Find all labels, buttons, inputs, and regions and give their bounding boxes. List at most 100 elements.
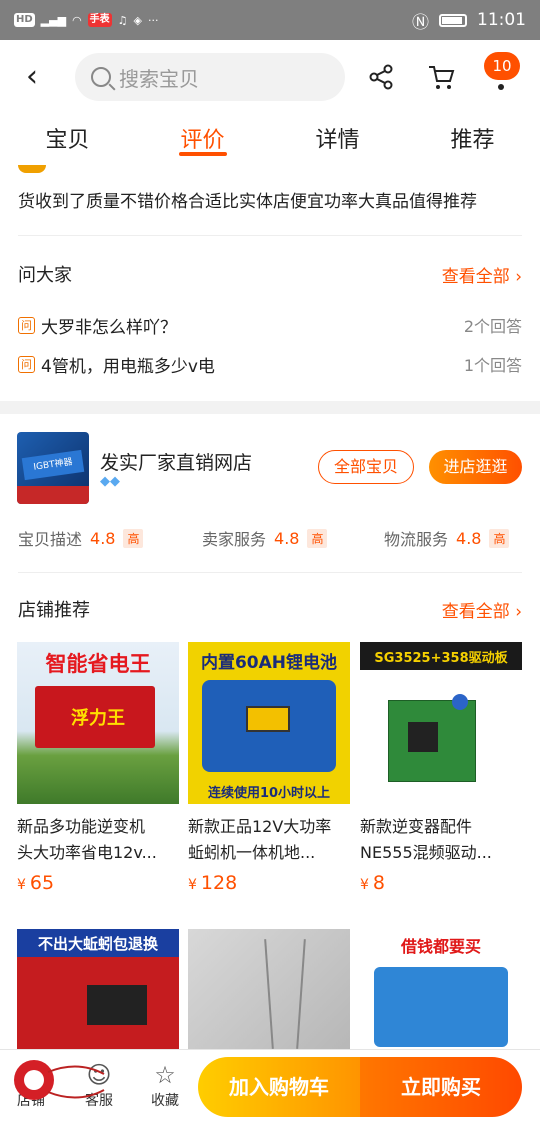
wifi-icon: ◠	[72, 13, 82, 27]
recommend-title: 店铺推荐	[18, 600, 90, 621]
recommend-see-all-label: 查看全部	[441, 602, 510, 622]
chevron-right-icon: ›	[515, 602, 522, 622]
back-icon[interactable]: ‹	[26, 62, 56, 92]
buy-now-button[interactable]: 立即购买	[360, 1057, 522, 1117]
rating-value: 4.8	[274, 528, 300, 548]
add-to-cart-button[interactable]: 加入购物车	[198, 1057, 360, 1117]
star-icon: ☆	[154, 1061, 176, 1089]
product-rod-shape	[264, 939, 274, 1049]
status-bar: HD ▂▄▆ ◠ 手表 ♫ ◈ ··· Ⓝ 11:01	[0, 0, 540, 40]
battery-icon	[439, 13, 467, 27]
product-image[interactable]: 不出大蚯蚓包退换	[17, 929, 179, 1050]
clock: 11:01	[477, 10, 526, 30]
product-device-screen	[87, 985, 147, 1025]
shop-card: IGBT神器 发实厂家直销网店 ◆◆ 全部宝贝 进店逛逛 宝贝描述 4.8 高 …	[0, 414, 540, 1050]
rating-value: 4.8	[456, 528, 482, 548]
product-component-shape	[452, 694, 468, 710]
tab-item[interactable]: 宝贝	[0, 118, 135, 164]
product-card[interactable]: SG3525+358驱动板 新款逆变器配件 NE555混频驱动... ¥8	[360, 642, 522, 894]
review-qa-card: 货收到了质量不错价格合适比实体店便宜功率大真品值得推荐 问大家 查看全部 › 问…	[0, 165, 540, 401]
product-image-text: 借钱都要买	[400, 937, 481, 956]
favorite-label: 收藏	[151, 1093, 179, 1109]
product-image[interactable]	[188, 929, 350, 1050]
cart-icon[interactable]	[426, 62, 456, 92]
currency-symbol: ¥	[17, 877, 26, 893]
question-icon: 问	[18, 355, 35, 373]
product-card[interactable]: 内置60AH锂电池 连续使用10小时以上 新款正品12V大功率 蚯蚓机一体机地.…	[188, 642, 350, 894]
product-image: 内置60AH锂电池 连续使用10小时以上	[188, 642, 350, 804]
rating-label: 卖家服务	[202, 530, 267, 549]
product-title-line: 蚯蚓机一体机地...	[188, 843, 316, 862]
rating-description: 宝贝描述 4.8 高	[18, 526, 144, 550]
qa-title: 问大家	[18, 265, 72, 286]
avatar	[18, 165, 46, 173]
product-image[interactable]: 借钱都要买	[360, 929, 522, 1050]
product-price: ¥128	[188, 872, 350, 894]
chevron-right-icon: ›	[515, 267, 522, 287]
favorite-button[interactable]: ☆ 收藏	[140, 1060, 190, 1110]
product-device-shape	[374, 967, 508, 1047]
product-image: SG3525+358驱动板	[360, 642, 522, 804]
product-title-line: NE555混频驱动...	[360, 843, 492, 862]
question-icon: 问	[18, 316, 35, 334]
product-image-text: 智能省电王	[45, 652, 151, 676]
product-title-line: 新品多功能逆变机	[17, 817, 146, 836]
nfc-icon: Ⓝ	[412, 12, 429, 33]
diamond-rank-icon: ◆◆	[100, 474, 120, 489]
shop-logo-text: IGBT神器	[21, 449, 85, 481]
qa-item[interactable]: 问 大罗非怎么样吖？ 2个回答	[18, 312, 522, 338]
tab-bar: 宝贝 评价 详情 推荐	[0, 118, 540, 164]
qa-item[interactable]: 问 4管机，用电瓶多少v电 1个回答	[18, 351, 522, 377]
all-items-button[interactable]: 全部宝贝	[318, 450, 414, 484]
tab-recommend[interactable]: 推荐	[405, 118, 540, 164]
qa-see-all-label: 查看全部	[441, 267, 510, 287]
product-device-screen	[246, 706, 290, 732]
product-title-line: 新款正品12V大功率	[188, 817, 332, 836]
divider	[18, 572, 522, 573]
review-text[interactable]: 货收到了质量不错价格合适比实体店便宜功率大真品值得推荐	[18, 187, 477, 212]
product-title: 新款正品12V大功率 蚯蚓机一体机地...	[188, 814, 350, 866]
signal-icon: ▂▄▆	[40, 13, 67, 27]
product-image-text: 不出大蚯蚓包退换	[37, 935, 158, 953]
currency-symbol: ¥	[360, 877, 369, 893]
product-image: 智能省电王 浮力王	[17, 642, 179, 804]
product-image-text: 内置60AH锂电池	[200, 653, 338, 673]
top-header: ‹ 搜索宝贝 10 宝贝 评价 详情 推荐	[0, 40, 540, 165]
product-title: 新品多功能逆变机 头大功率省电12v...	[17, 814, 179, 866]
shop-logo[interactable]: IGBT神器	[17, 432, 89, 504]
app-notification-icon: 手表	[87, 13, 112, 27]
product-card[interactable]: 智能省电王 浮力王 新品多功能逆变机 头大功率省电12v... ¥65	[17, 642, 179, 894]
share-icon[interactable]	[366, 62, 396, 92]
product-image-text: SG3525+358驱动板	[374, 651, 508, 666]
more-icon[interactable]	[498, 84, 504, 90]
music-icon: ♫	[117, 13, 128, 27]
rating-label: 物流服务	[384, 530, 449, 549]
tab-details[interactable]: 详情	[270, 118, 405, 164]
search-placeholder: 搜索宝贝	[119, 66, 199, 91]
visit-shop-button[interactable]: 进店逛逛	[429, 450, 522, 484]
price-value: 65	[29, 872, 55, 894]
product-price: ¥65	[17, 872, 179, 894]
shield-icon: ◈	[133, 13, 143, 27]
product-price: ¥8	[360, 872, 522, 894]
qa-see-all-link[interactable]: 查看全部 ›	[442, 262, 522, 287]
shop-name[interactable]: 发实厂家直销网店	[100, 448, 252, 475]
recommend-see-all-link[interactable]: 查看全部 ›	[442, 597, 522, 622]
qa-answer-count: 1个回答	[463, 356, 522, 375]
currency-symbol: ¥	[188, 877, 197, 893]
rating-tag: 高	[307, 528, 328, 548]
rating-label: 宝贝描述	[18, 530, 83, 549]
qa-question: 大罗非怎么样吖？	[41, 317, 177, 338]
product-image-subtext: 浮力王	[71, 708, 125, 729]
product-title: 新款逆变器配件 NE555混频驱动...	[360, 814, 522, 866]
rating-value: 4.8	[90, 528, 116, 548]
rating-logistics: 物流服务 4.8 高	[384, 526, 510, 550]
search-input[interactable]: 搜索宝贝	[75, 53, 345, 101]
price-value: 8	[372, 872, 386, 894]
product-rod-shape	[296, 939, 306, 1049]
tab-reviews[interactable]: 评价	[135, 118, 270, 164]
price-value: 128	[200, 872, 238, 894]
cart-count-badge[interactable]: 10	[484, 52, 520, 80]
product-title-line: 头大功率省电12v...	[17, 843, 157, 862]
search-icon	[91, 67, 111, 87]
